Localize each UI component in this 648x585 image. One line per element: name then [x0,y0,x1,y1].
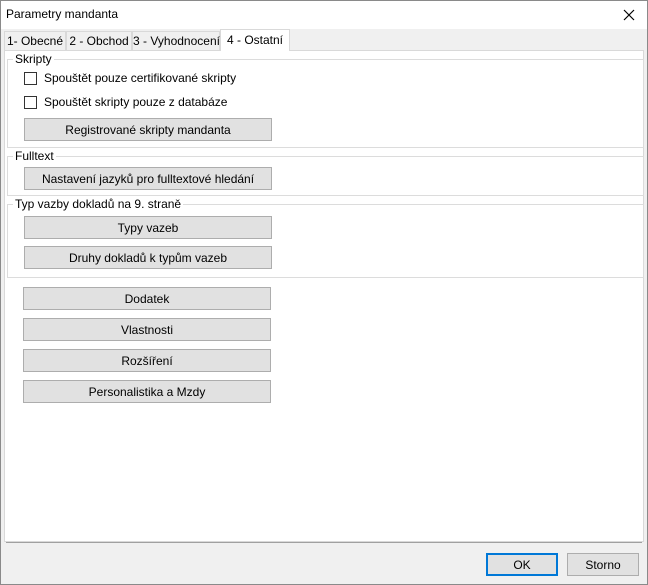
tab-label: 2 - Obchod [69,34,129,48]
group-label-fulltext: Fulltext [13,149,56,163]
tab-obchod[interactable]: 2 - Obchod [66,31,132,50]
ok-button[interactable]: OK [486,553,558,576]
title-bar: Parametry mandanta [1,1,647,29]
rozsireni-button[interactable]: Rozšíření [23,349,271,372]
checkbox-database-scripts[interactable]: Spouštět skripty pouze z databáze [24,95,227,109]
checkbox-label: Spouštět skripty pouze z databáze [44,95,228,109]
tab-label: 3 - Vyhodnocení [133,34,220,48]
tab-ostatni[interactable]: 4 - Ostatní [220,29,290,51]
group-label-skripty: Skripty [13,52,54,66]
checkbox-box[interactable] [24,95,37,109]
tab-panel-ostatni: Skripty Spouštět pouze certifikované skr… [4,50,644,542]
dialog-window: Parametry mandanta 1- Obecné 2 - Obchod … [0,0,648,585]
checkbox-label: Spouštět pouze certifikované skripty [44,71,237,85]
tab-vyhodnoceni[interactable]: 3 - Vyhodnocení [132,31,220,50]
close-icon [623,9,635,21]
close-button[interactable] [611,1,647,29]
window-title: Parametry mandanta [6,7,119,21]
footer-separator [6,542,642,543]
group-label-vazby: Typ vazby dokladů na 9. straně [13,197,184,211]
link-types-button[interactable]: Typy vazeb [24,216,272,239]
fulltext-languages-button[interactable]: Nastavení jazyků pro fulltextové hledání [24,167,272,190]
doc-types-button[interactable]: Druhy dokladů k typům vazeb [24,246,272,269]
group-skripty: Skripty Spouštět pouze certifikované skr… [7,52,644,148]
tab-label: 4 - Ostatní [226,33,284,47]
checkbox-box[interactable] [24,71,37,85]
vlastnosti-button[interactable]: Vlastnosti [23,318,271,341]
checkbox-certified-scripts[interactable]: Spouštět pouze certifikované skripty [24,71,236,85]
group-vazby: Typ vazby dokladů na 9. straně Typy vaze… [7,197,644,278]
personalistika-button[interactable]: Personalistika a Mzdy [23,380,271,403]
cancel-button[interactable]: Storno [567,553,639,576]
dodatek-button[interactable]: Dodatek [23,287,271,310]
registered-scripts-button[interactable]: Registrované skripty mandanta [24,118,272,141]
tab-obecne[interactable]: 1- Obecné [4,31,66,50]
tab-label: 1- Obecné [6,34,64,48]
group-fulltext: Fulltext Nastavení jazyků pro fulltextov… [7,149,644,196]
